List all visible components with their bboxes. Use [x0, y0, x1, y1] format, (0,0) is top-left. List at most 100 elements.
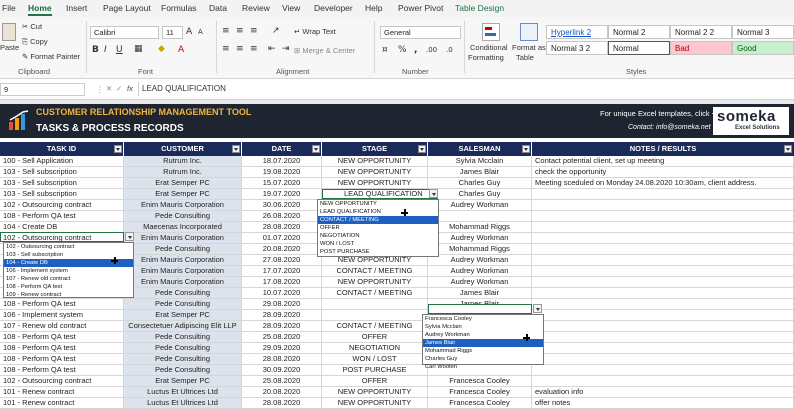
font-color-icon[interactable]: A — [178, 45, 184, 55]
font-size-select[interactable]: 11 — [162, 26, 183, 39]
cell-customer[interactable]: Enim Mauris Corporation — [124, 200, 242, 210]
salesman-option[interactable]: Mohammad Riggs — [423, 347, 543, 355]
tab-home[interactable]: Home — [28, 3, 52, 16]
cell-stage[interactable]: CONTACT / MEETING — [322, 266, 428, 276]
cell-salesman[interactable]: Mohammad Riggs — [428, 222, 532, 232]
cell-customer[interactable]: Erat Semper PC — [124, 178, 242, 188]
cell-date[interactable]: 19.07.2020 — [242, 189, 322, 199]
salesman-option[interactable]: Charles Guy — [423, 355, 543, 363]
cell-date[interactable]: 28.09.2020 — [242, 310, 322, 320]
decrease-font-icon[interactable]: A — [198, 28, 203, 36]
cell-date[interactable]: 17.07.2020 — [242, 266, 322, 276]
cell-notes[interactable] — [532, 211, 794, 221]
cell-salesman[interactable]: Francesca Cooley — [428, 387, 532, 397]
cell-customer[interactable]: Pede Consulting — [124, 365, 242, 375]
cell-customer[interactable]: Pede Consulting — [124, 299, 242, 309]
cell-date[interactable]: 30.06.2020 — [242, 200, 322, 210]
cell-customer[interactable]: Consectetuer Adipiscing Elit LLP — [124, 321, 242, 331]
conditional-formatting-button[interactable]: Conditional — [470, 43, 508, 52]
someka-logo[interactable]: someka Excel Solutions — [713, 107, 789, 135]
cell-notes[interactable] — [532, 266, 794, 276]
cell-salesman[interactable]: Audrey Workman — [428, 266, 532, 276]
cell-customer[interactable]: Erat Semper PC — [124, 310, 242, 320]
cell-stage[interactable]: CONTACT / MEETING — [322, 288, 428, 298]
number-format-select[interactable]: General — [380, 26, 461, 39]
tab-developer[interactable]: Developer — [314, 3, 353, 13]
cell-notes[interactable] — [532, 321, 794, 331]
cut-button[interactable]: ✂ Cut — [22, 22, 42, 31]
bold-button[interactable]: B — [92, 45, 99, 55]
formula-cancel-icon[interactable]: ⋮ — [96, 85, 104, 94]
tab-insert[interactable]: Insert — [66, 3, 87, 13]
borders-icon[interactable]: ▦ — [134, 44, 143, 54]
cell-stage[interactable]: OFFER — [322, 332, 428, 342]
cell-stage[interactable]: NEW OPPORTUNITY — [322, 167, 428, 177]
cell-salesman[interactable]: Charles Guy — [428, 189, 532, 199]
cell-customer[interactable]: Enim Mauris Corporation — [124, 277, 242, 287]
cell-task-id[interactable]: 106 - Implement system — [0, 310, 124, 320]
cell-salesman[interactable]: Mohammad Riggs — [428, 244, 532, 254]
align-right-icon[interactable]: ≡ — [250, 44, 258, 54]
salesman-active-cell[interactable] — [428, 304, 532, 314]
cell-salesman[interactable]: Charles Guy — [428, 178, 532, 188]
cell-notes[interactable]: check the opportunity — [532, 167, 794, 177]
align-left-icon[interactable]: ≡ — [222, 44, 230, 54]
cell-task-id[interactable]: 101 - Renew contract — [0, 387, 124, 397]
stage-option[interactable]: NEW OPPORTUNITY — [318, 200, 438, 208]
filter-dropdown-stage[interactable] — [418, 145, 426, 153]
tab-file[interactable]: File — [2, 3, 16, 13]
cell-task-id[interactable]: 103 - Sell subscription — [0, 167, 124, 177]
cell-notes[interactable] — [532, 277, 794, 287]
cell-notes[interactable] — [532, 343, 794, 353]
tab-review[interactable]: Review — [242, 3, 270, 13]
style-good[interactable]: Good — [732, 41, 794, 55]
cell-date[interactable]: 20.08.2020 — [242, 244, 322, 254]
cell-customer[interactable]: Pede Consulting — [124, 244, 242, 254]
indent-decrease-icon[interactable]: ⇤ — [268, 44, 276, 54]
cell-customer[interactable]: Enim Mauris Corporation — [124, 266, 242, 276]
tab-power-pivot[interactable]: Power Pivot — [398, 3, 443, 13]
cell-stage[interactable] — [322, 310, 428, 320]
cell-notes[interactable] — [532, 189, 794, 199]
cell-notes[interactable]: evaluation info — [532, 387, 794, 397]
stage-dropdown-arrow[interactable] — [429, 189, 438, 198]
tab-view[interactable]: View — [282, 3, 300, 13]
cell-notes[interactable] — [532, 332, 794, 342]
cell-notes[interactable]: Contact potential client, set up meeting — [532, 156, 794, 166]
format-painter-button[interactable]: ✎ Format Painter — [22, 52, 80, 61]
orientation-icon[interactable]: ↗ — [272, 26, 280, 36]
insert-function-button[interactable]: fx — [127, 84, 133, 93]
cell-customer[interactable]: Pede Consulting — [124, 354, 242, 364]
decrease-decimal-button[interactable]: .0 — [446, 46, 453, 54]
stage-option[interactable]: OFFER — [318, 224, 438, 232]
task-dropdown-arrow[interactable] — [125, 232, 134, 241]
cell-stage[interactable]: NEW OPPORTUNITY — [322, 156, 428, 166]
cell-stage[interactable]: WON / LOST — [322, 354, 428, 364]
style-normal-3[interactable]: Normal 3 — [732, 25, 794, 39]
cell-date[interactable]: 01.07.2020 — [242, 233, 322, 243]
cell-task-id[interactable]: 104 - Create DB — [0, 222, 124, 232]
percent-button[interactable]: % — [398, 45, 407, 55]
fill-color-icon[interactable]: ◆ — [158, 44, 165, 54]
cell-notes[interactable] — [532, 310, 794, 320]
task-option[interactable]: 107 - Renew old contract — [4, 275, 133, 283]
merge-center-button[interactable]: ⊞ Merge & Center — [294, 46, 355, 55]
cell-customer[interactable]: Erat Semper PC — [124, 376, 242, 386]
style-bad[interactable]: Bad — [670, 41, 732, 55]
cell-customer[interactable]: Maecenas Incorporated — [124, 222, 242, 232]
cell-task-id[interactable]: 108 - Perform QA test — [0, 354, 124, 364]
cell-date[interactable]: 29.09.2020 — [242, 343, 322, 353]
cell-date[interactable]: 29.08.2020 — [242, 299, 322, 309]
salesman-option[interactable]: Sylvia Mcclain — [423, 323, 543, 331]
cell-date[interactable]: 18.07.2020 — [242, 156, 322, 166]
cell-stage[interactable]: NEW OPPORTUNITY — [322, 277, 428, 287]
wrap-text-button[interactable]: ↵ Wrap Text — [294, 27, 336, 36]
cell-task-id[interactable]: 107 - Renew old contract — [0, 321, 124, 331]
align-bottom-icon[interactable]: ≡ — [250, 26, 258, 36]
style-normal-2-2[interactable]: Normal 2 2 — [670, 25, 732, 39]
style-normal[interactable]: Normal — [608, 41, 670, 55]
enter-icon[interactable]: ✓ — [116, 84, 122, 93]
cell-customer[interactable]: Pede Consulting — [124, 211, 242, 221]
cell-notes[interactable] — [532, 299, 794, 309]
cell-stage[interactable]: CONTACT / MEETING — [322, 321, 428, 331]
